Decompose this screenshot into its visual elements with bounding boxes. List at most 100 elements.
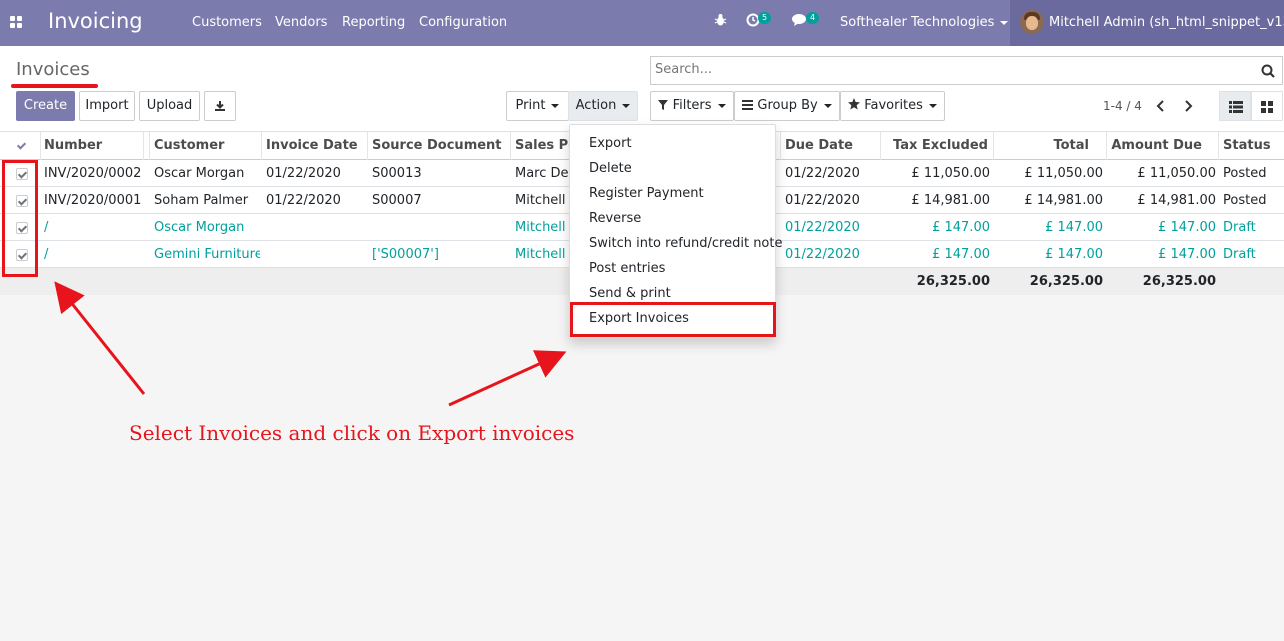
cell-total: £ 11,050.00 [1024,166,1103,181]
chevron-down-icon [1000,20,1009,25]
messages-count-badge: 4 [806,12,820,24]
grid-icon [1261,101,1273,113]
menu-customers[interactable]: Customers [192,15,262,30]
search-input[interactable] [655,62,1245,77]
cell-total: £ 14,981.00 [1024,193,1103,208]
cell-customer: Soham Palmer [154,193,249,208]
menu-item-post-entries[interactable]: Post entries [589,261,665,276]
cell-status: Posted [1223,193,1267,208]
menu-item-register-payment[interactable]: Register Payment [589,186,704,201]
annotation-underline [11,84,98,88]
chevron-down-icon [928,103,937,108]
kanban-view-button[interactable] [1251,91,1283,121]
apps-icon[interactable] [10,16,22,28]
action-button[interactable]: Action [568,91,638,121]
cell-due-date: 01/22/2020 [785,193,860,208]
menu-item-delete[interactable]: Delete [589,161,632,176]
annotation-export-highlight [570,302,776,337]
filters-button[interactable]: Filters [650,91,734,121]
column-header-total[interactable]: Total [995,132,1089,159]
cell-invoice-date: 01/22/2020 [266,193,341,208]
group-by-button[interactable]: Group By [734,91,840,121]
bug-icon[interactable] [714,13,727,31]
column-header-number[interactable]: Number [44,132,144,159]
menu-item-switch-refund[interactable]: Switch into refund/credit note [589,236,782,251]
star-icon [848,98,861,110]
cell-source-document [372,214,510,241]
cell-customer: Oscar Morgan [154,220,245,235]
cell-invoice-date [266,241,366,268]
menu-reporting[interactable]: Reporting [342,15,405,30]
user-avatar[interactable] [1020,10,1044,34]
chevron-down-icon [717,103,726,108]
download-icon [215,101,225,111]
column-header-status[interactable]: Status [1223,132,1283,159]
cell-status: Posted [1223,166,1267,181]
cell-total: £ 147.00 [1045,247,1103,262]
column-header-due-date[interactable]: Due Date [785,132,880,159]
upload-button[interactable]: Upload [139,91,200,121]
cell-tax-excluded: £ 147.00 [932,220,990,235]
download-button[interactable] [204,91,236,121]
cell-amount-due: £ 14,981.00 [1137,193,1216,208]
cell-amount-due: £ 147.00 [1158,247,1216,262]
group-by-label: Group By [757,98,818,113]
total-amount-due: 26,325.00 [1142,274,1216,289]
search-icon[interactable] [1261,64,1275,78]
cell-due-date: 01/22/2020 [785,220,860,235]
favorites-button[interactable]: Favorites [840,91,945,121]
column-header-invoice-date[interactable]: Invoice Date [266,132,368,159]
control-panel: Invoices Create Import Upload Print Acti… [0,46,1284,132]
import-button[interactable]: Import [79,91,135,121]
pager-value[interactable]: 1-4 / 4 [1103,99,1142,113]
column-header-amount-due[interactable]: Amount Due [1108,132,1202,159]
app-title: Invoicing [48,9,143,33]
cell-amount-due: £ 147.00 [1158,220,1216,235]
chevron-left-icon[interactable] [1153,97,1169,115]
cell-number: / [44,220,49,235]
cell-salesperson: Mitchell A [515,247,570,262]
chevron-down-icon [551,103,560,108]
cell-total: £ 147.00 [1045,220,1103,235]
column-header-customer[interactable]: Customer [154,132,260,159]
cell-customer: Gemini Furniture [154,247,260,262]
cell-salesperson: Mitchell A [515,220,570,235]
cell-tax-excluded: £ 11,050.00 [911,166,990,181]
annotation-checkbox-highlight [2,160,38,277]
column-header-salesperson[interactable]: Sales Pe [515,132,570,159]
chevron-down-icon [823,103,832,108]
arrow-to-checkboxes [54,281,146,395]
user-menu[interactable]: Mitchell Admin (sh_html_snippet_v13) [1049,15,1284,30]
company-switcher[interactable]: Softhealer Technologies [840,15,1009,30]
select-all-checkbox[interactable] [0,132,40,159]
cell-number: INV/2020/0002 [44,166,142,181]
print-button[interactable]: Print [506,91,569,121]
cell-number: INV/2020/0001 [44,193,142,208]
cell-invoice-date [266,214,366,241]
annotation-text: Select Invoices and click on Export invo… [129,421,575,445]
search-box[interactable] [650,56,1283,85]
create-button[interactable]: Create [16,91,75,121]
list-view-button[interactable] [1219,91,1251,121]
chevron-right-icon[interactable] [1180,97,1196,115]
menu-configuration[interactable]: Configuration [419,15,507,30]
cell-tax-excluded: £ 147.00 [932,247,990,262]
cell-amount-due: £ 11,050.00 [1137,166,1216,181]
filters-label: Filters [672,98,712,113]
menu-vendors[interactable]: Vendors [275,15,327,30]
top-navbar: Invoicing Customers Vendors Reporting Co… [0,0,1284,46]
list-icon [1229,101,1243,113]
column-header-tax-excluded[interactable]: Tax Excluded [893,132,993,159]
activity-count-badge: 5 [758,12,772,24]
cell-due-date: 01/22/2020 [785,166,860,181]
cell-source-document: S00007 [372,193,422,208]
menu-item-export[interactable]: Export [589,136,632,151]
cell-salesperson: Marc Der [515,166,570,181]
page-title: Invoices [16,59,90,80]
column-header-source-document[interactable]: Source Document [372,132,510,159]
cell-source-document: S00013 [372,166,422,181]
company-name: Softhealer Technologies [840,15,995,30]
cell-customer: Oscar Morgan [154,166,245,181]
menu-item-reverse[interactable]: Reverse [589,211,641,226]
menu-item-send-print[interactable]: Send & print [589,286,671,301]
